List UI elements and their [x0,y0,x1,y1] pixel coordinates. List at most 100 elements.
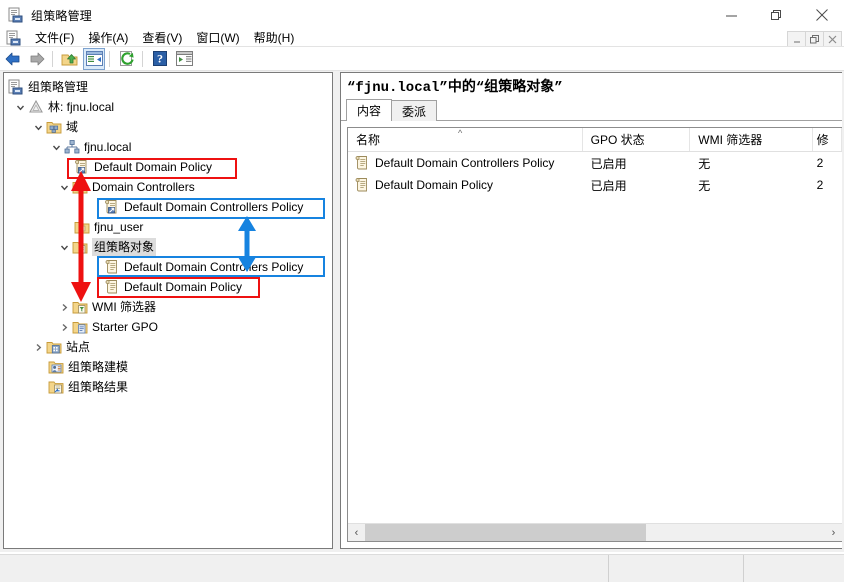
column-header-gpo-status[interactable]: GPO 状态 [583,128,691,151]
tree-node-wmi-filters[interactable]: WMI 筛选器 [4,297,332,317]
minimize-button[interactable] [709,0,754,30]
menu-item-view[interactable]: 查看(V) [135,30,189,46]
gpo-icon [354,177,370,193]
cell-wmi-filter: 无 [698,156,711,171]
properties-button[interactable] [173,48,195,70]
tree-node-ou-fjnu-user[interactable]: fjnu_user [4,217,332,237]
gp-results-icon [48,379,64,395]
toolbar-separator-3 [142,50,143,67]
tree-node-domains[interactable]: 域 [4,117,332,137]
title-bar: 组策略管理 [0,0,844,30]
tree-node-ddc-policy-object[interactable]: Default Domain Controllers Policy [4,257,332,277]
menu-item-action[interactable]: 操作(A) [81,30,135,46]
tree-node-default-domain-policy-object[interactable]: Default Domain Policy [4,277,332,297]
tree-node-gpmc-root[interactable]: 组策略管理 [4,77,332,97]
console-tree-pane: 组策略管理 林: fjnu.local 域 fjnu.local Default… [3,72,333,549]
cell-name: Default Domain Controllers Policy [348,152,583,174]
tree-label: 林: fjnu.local [48,100,115,114]
help-button[interactable]: ? [149,48,171,70]
toolbar-separator-1 [52,50,53,67]
restore-button[interactable] [754,0,799,30]
gpo-icon [354,155,370,171]
column-header-modified[interactable]: 修 [813,128,842,151]
column-header-wmi-filter[interactable]: WMI 筛选器 [690,128,813,151]
menu-item-file[interactable]: 文件(F) [28,30,81,46]
toolbar-separator-2 [109,50,110,67]
status-panel-2 [609,555,744,582]
tree-label: Domain Controllers [92,180,195,194]
chevron-down-icon[interactable] [48,139,64,155]
tab-label: 委派 [402,104,427,119]
table-row[interactable]: Default Domain Controllers Policy 已启用 无 … [348,152,842,174]
tab-delegation[interactable]: 委派 [391,100,438,121]
cell-gpo-status: 已启用 [590,156,627,171]
listview-body: Default Domain Controllers Policy 已启用 无 … [348,152,842,196]
scroll-right-icon[interactable]: › [825,524,842,541]
chevron-down-icon[interactable] [30,119,46,135]
window-controls [709,0,844,30]
tree-label: Starter GPO [92,320,159,334]
tree-node-ddc-policy-link[interactable]: Default Domain Controllers Policy [4,197,332,217]
toolbar: ? [0,47,844,70]
forest-icon [28,99,44,115]
window-title: 组策略管理 [31,8,93,23]
horizontal-scrollbar[interactable]: ‹ › [348,523,842,541]
cell-gpo-status: 已启用 [590,178,627,193]
gpmc-window: 组策略管理 文件(F) 操作(A) 查看(V) 窗口(W) 帮助(H) ? 组策… [0,0,844,582]
tree-node-default-domain-policy-link[interactable]: Default Domain Policy [4,157,332,177]
cell-modified: 2 [816,156,824,170]
results-tabstrip: 内容 委派 [341,99,842,121]
cell-modified: 2 [816,178,824,192]
tree-label: Default Domain Controllers Policy [124,260,304,274]
table-row[interactable]: Default Domain Policy 已启用 无 2 [348,174,842,196]
gpo-name: Default Domain Controllers Policy [375,156,555,170]
tree-node-gp-results[interactable]: 组策略结果 [4,377,332,397]
close-button[interactable] [799,0,844,30]
tab-contents[interactable]: 内容 [346,99,393,121]
gpo-icon [104,279,120,295]
back-button[interactable] [2,48,24,70]
tree-label: Default Domain Policy [124,280,243,294]
sort-ascending-icon: ^ [458,128,463,138]
starter-gpo-folder-icon [72,319,88,335]
show-tree-pane-button[interactable] [83,47,105,70]
column-label: 修 [816,133,829,147]
gpo-listview: 名称 ^ GPO 状态 WMI 筛选器 修 Default Domain Con… [347,127,842,542]
up-folder-button[interactable] [59,48,81,70]
gpo-name: Default Domain Policy [375,178,494,192]
gpo-icon [104,259,120,275]
work-area: 组策略管理 林: fjnu.local 域 fjnu.local Default… [0,71,844,552]
console-tree: 组策略管理 林: fjnu.local 域 fjnu.local Default… [4,73,332,397]
scroll-left-icon[interactable]: ‹ [348,524,365,541]
tree-node-ou-domain-controllers[interactable]: Domain Controllers [4,177,332,197]
tree-node-gpo-container[interactable]: 组策略对象 [4,237,332,257]
forward-button[interactable] [26,48,48,70]
tree-label: 域 [66,120,79,134]
column-header-name[interactable]: 名称 ^ [348,128,583,151]
refresh-button[interactable] [116,48,138,70]
tree-label: 组策略建模 [68,360,129,374]
column-label: 名称 [356,133,381,147]
listview-header: 名称 ^ GPO 状态 WMI 筛选器 修 [348,128,842,152]
chevron-right-icon[interactable] [56,319,72,335]
scrollbar-thumb[interactable] [365,524,646,541]
tree-node-forest[interactable]: 林: fjnu.local [4,97,332,117]
menu-item-window[interactable]: 窗口(W) [189,30,246,46]
tree-node-sites[interactable]: 站点 [4,337,332,357]
chevron-down-icon[interactable] [12,99,28,115]
scrollbar-track[interactable] [365,524,825,541]
tree-node-starter-gpo[interactable]: Starter GPO [4,317,332,337]
chevron-right-icon[interactable] [30,339,46,355]
red-double-arrow [71,171,91,302]
svg-text:?: ? [157,52,163,66]
cell-wmi-filter: 无 [698,178,711,193]
gpmc-icon [8,7,24,23]
blue-double-arrow [238,216,256,272]
tree-node-domain-fjnu-local[interactable]: fjnu.local [4,137,332,157]
gp-modeling-icon [48,359,64,375]
tree-label: 组策略结果 [68,380,129,394]
menu-item-help[interactable]: 帮助(H) [247,30,302,46]
tree-label: Default Domain Policy [94,160,213,174]
tree-label: 站点 [66,340,91,354]
tree-node-gp-modeling[interactable]: 组策略建模 [4,357,332,377]
